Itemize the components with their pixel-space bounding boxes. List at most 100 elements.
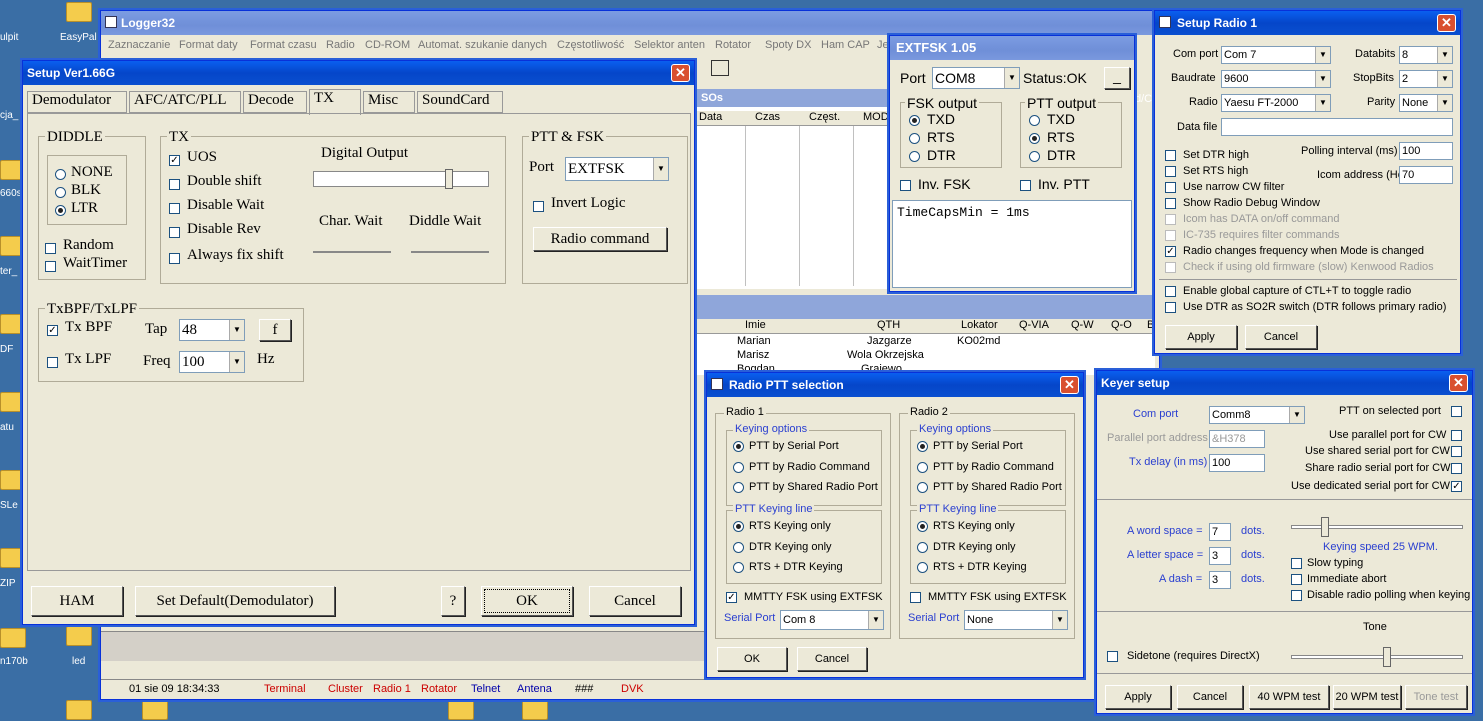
- fsk-rts-radio[interactable]: [909, 133, 920, 144]
- r1-shared-radio[interactable]: [733, 482, 744, 493]
- status-radio1[interactable]: Radio 1: [373, 680, 411, 698]
- rts-high-checkbox[interactable]: [1165, 166, 1176, 177]
- speed-slider-thumb[interactable]: [1321, 517, 1329, 537]
- status-rotator[interactable]: Rotator: [421, 680, 457, 698]
- slow-typing-checkbox[interactable]: [1291, 558, 1302, 569]
- ok-button[interactable]: OK: [717, 647, 787, 671]
- so2r-checkbox[interactable]: [1165, 302, 1176, 313]
- r2-rtsdtr-radio[interactable]: [917, 562, 928, 573]
- inv-ptt-checkbox[interactable]: [1020, 180, 1031, 191]
- r2-command-radio[interactable]: [917, 462, 928, 473]
- minimize-button[interactable]: _: [1104, 67, 1130, 89]
- word-space-field[interactable]: 7: [1209, 523, 1231, 541]
- tap-select[interactable]: 48 ▼: [179, 319, 245, 341]
- folder-icon[interactable]: [66, 700, 92, 720]
- invert-logic-checkbox[interactable]: [533, 201, 544, 212]
- tab-afc[interactable]: AFC/ATC/PLL: [129, 91, 241, 113]
- menu-item[interactable]: CD-ROM: [365, 35, 410, 55]
- r1-serial-select[interactable]: Com 8 ▼: [780, 610, 884, 630]
- status-dvk[interactable]: DVK: [621, 680, 644, 698]
- tx-bpf-checkbox[interactable]: ✓: [47, 325, 58, 336]
- tab-soundcard[interactable]: SoundCard: [417, 91, 503, 113]
- tab-tx[interactable]: TX: [309, 89, 361, 115]
- menu-item[interactable]: Automat. szukanie danych: [418, 35, 547, 55]
- chevron-down-icon[interactable]: ▼: [1052, 611, 1067, 629]
- uos-checkbox[interactable]: ✓: [169, 155, 180, 166]
- apply-button[interactable]: Apply: [1165, 325, 1237, 349]
- slider-thumb[interactable]: [445, 169, 453, 189]
- chevron-down-icon[interactable]: ▼: [1437, 47, 1452, 63]
- folder-icon[interactable]: [0, 628, 26, 648]
- txdelay-field[interactable]: 100: [1209, 454, 1265, 472]
- double-shift-checkbox[interactable]: [169, 179, 180, 190]
- ptt-dtr-radio[interactable]: [1029, 151, 1040, 162]
- chevron-down-icon[interactable]: ▼: [1437, 71, 1452, 87]
- radio-ltr[interactable]: [55, 205, 66, 216]
- cancel-button[interactable]: Cancel: [1245, 325, 1317, 349]
- datafile-field[interactable]: [1221, 118, 1453, 136]
- ptt-txd-radio[interactable]: [1029, 115, 1040, 126]
- narrow-cw-checkbox[interactable]: [1165, 182, 1176, 193]
- debug-window-checkbox[interactable]: [1165, 198, 1176, 209]
- icom-data-checkbox[interactable]: [1165, 214, 1176, 225]
- chevron-down-icon[interactable]: ▼: [653, 158, 668, 180]
- stopbits-select[interactable]: 2 ▼: [1399, 70, 1453, 88]
- fsk-dtr-radio[interactable]: [909, 151, 920, 162]
- column-header[interactable]: MOD: [863, 111, 889, 123]
- radio-select[interactable]: Yaesu FT-2000 ▼: [1221, 94, 1331, 112]
- radio-none[interactable]: [55, 169, 66, 180]
- folder-icon[interactable]: [522, 700, 548, 720]
- menu-item[interactable]: Rotator: [715, 35, 751, 55]
- extfsk-log[interactable]: TimeCapsMin = 1ms: [892, 200, 1132, 288]
- column-header[interactable]: Czas: [755, 111, 780, 123]
- char-wait-slider[interactable]: [313, 241, 391, 253]
- tab-misc[interactable]: Misc: [363, 91, 415, 113]
- close-icon[interactable]: ✕: [671, 64, 690, 82]
- column-header[interactable]: Q-VIA: [1019, 319, 1049, 331]
- status-cluster[interactable]: Cluster: [328, 680, 363, 698]
- tone-slider[interactable]: [1291, 655, 1463, 659]
- diddle-wait-slider[interactable]: [411, 241, 489, 253]
- wpm40-test-button[interactable]: 40 WPM test: [1249, 685, 1329, 709]
- column-header[interactable]: QTH: [877, 319, 900, 331]
- fsk-txd-radio[interactable]: [909, 115, 920, 126]
- r2-dtr-radio[interactable]: [917, 542, 928, 553]
- close-icon[interactable]: ✕: [1060, 376, 1079, 394]
- letter-space-field[interactable]: 3: [1209, 547, 1231, 565]
- sidetone-checkbox[interactable]: [1107, 651, 1118, 662]
- folder-icon[interactable]: [142, 700, 168, 720]
- column-header[interactable]: Q-W: [1071, 319, 1094, 331]
- share-radio-checkbox[interactable]: [1451, 463, 1462, 474]
- column-header[interactable]: Częst.: [809, 111, 840, 123]
- kenwood-checkbox[interactable]: [1165, 262, 1176, 273]
- r1-rtsdtr-radio[interactable]: [733, 562, 744, 573]
- dedicated-serial-checkbox[interactable]: ✓: [1451, 481, 1462, 492]
- column-header[interactable]: Lokator: [961, 319, 998, 331]
- table-row[interactable]: Marian Jazgarze KO02md: [695, 335, 1155, 349]
- com-port-select[interactable]: Com 7 ▼: [1221, 46, 1331, 64]
- chevron-down-icon[interactable]: ▼: [1289, 407, 1304, 423]
- help-button[interactable]: ?: [441, 586, 465, 616]
- menu-item[interactable]: Format czasu: [250, 35, 317, 55]
- always-fix-checkbox[interactable]: [169, 253, 180, 264]
- wpm20-test-button[interactable]: 20 WPM test: [1333, 685, 1401, 709]
- chevron-down-icon[interactable]: ▼: [229, 352, 244, 372]
- chevron-down-icon[interactable]: ▼: [1315, 71, 1330, 87]
- menu-item[interactable]: Częstotliwość: [557, 35, 624, 55]
- column-header[interactable]: Q-O: [1111, 319, 1132, 331]
- speed-slider[interactable]: [1291, 525, 1463, 529]
- tab-demodulator[interactable]: Demodulator: [27, 91, 127, 113]
- icom-field[interactable]: 70: [1399, 166, 1453, 184]
- dash-field[interactable]: 3: [1209, 571, 1231, 589]
- cancel-button[interactable]: Cancel: [1177, 685, 1243, 709]
- r1-rts-radio[interactable]: [733, 521, 744, 532]
- freq-select[interactable]: 100 ▼: [179, 351, 245, 373]
- global-capture-checkbox[interactable]: [1165, 286, 1176, 297]
- folder-icon[interactable]: [66, 626, 92, 646]
- tab-decode[interactable]: Decode: [243, 91, 307, 113]
- apply-button[interactable]: Apply: [1105, 685, 1171, 709]
- ham-button[interactable]: HAM: [31, 586, 123, 616]
- cancel-button[interactable]: Cancel: [797, 647, 867, 671]
- ptt-rts-radio[interactable]: [1029, 133, 1040, 144]
- polling-field[interactable]: 100: [1399, 142, 1453, 160]
